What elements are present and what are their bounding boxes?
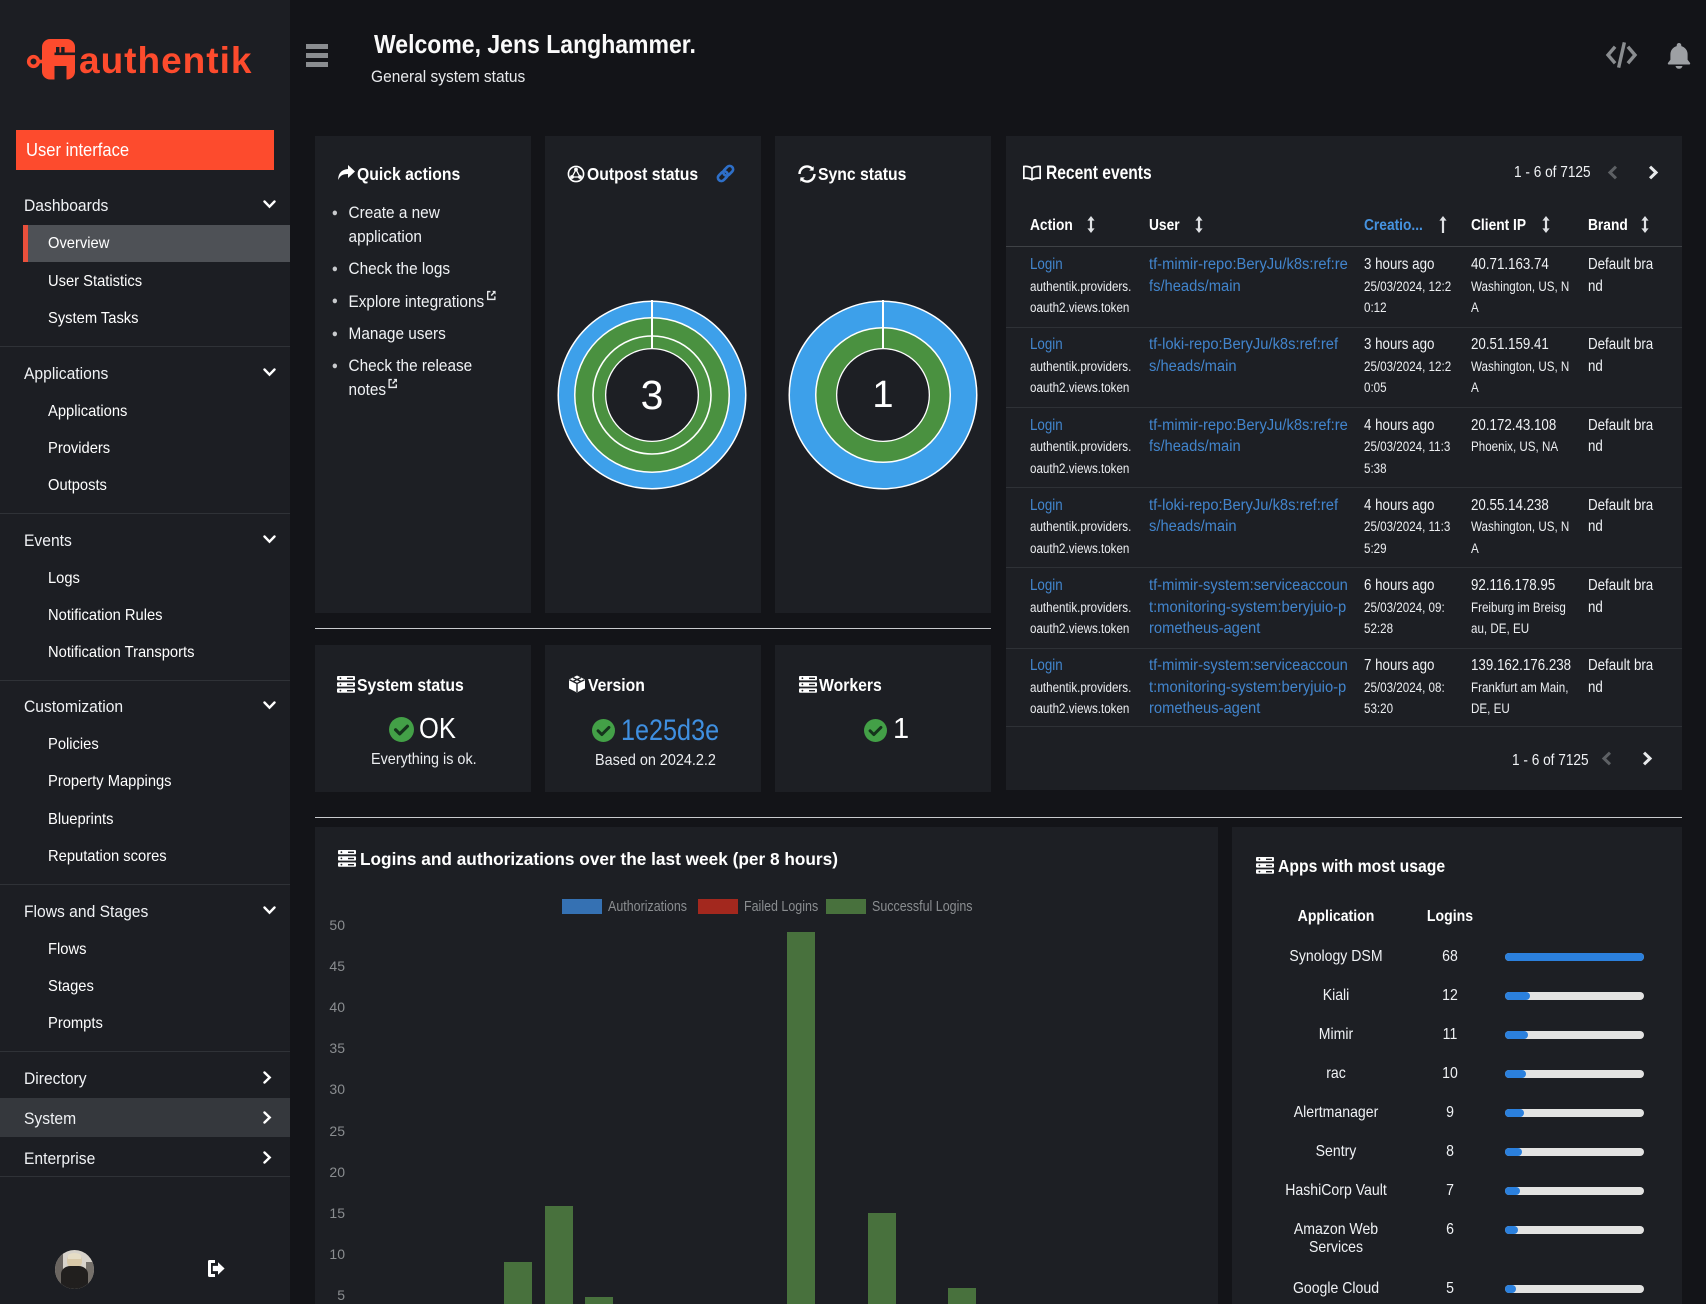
svg-text:authentik: authentik — [79, 40, 252, 81]
svg-text:1: 1 — [872, 374, 893, 416]
svg-text:3: 3 — [641, 372, 664, 418]
